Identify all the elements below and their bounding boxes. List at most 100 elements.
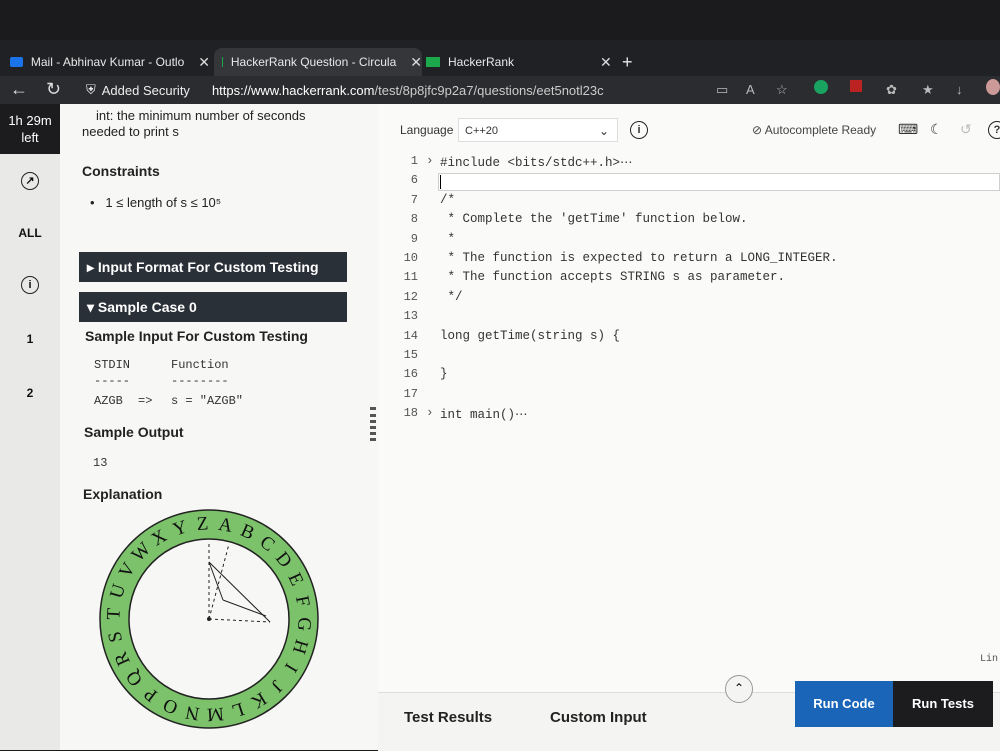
- panel-resize-handle[interactable]: [370, 407, 376, 441]
- code-text: * Complete the 'getTime' function below.: [440, 212, 748, 227]
- stdin-value: AZGB: [94, 394, 123, 408]
- input-format-toggle[interactable]: ▸ Input Format For Custom Testing: [79, 252, 347, 282]
- back-icon[interactable]: ←: [10, 79, 28, 100]
- tab-title: HackerRank Question - Circula: [230, 55, 397, 69]
- security-label: Added Security: [101, 82, 190, 98]
- code-line: 13: [378, 309, 1000, 328]
- code-line: 8 * Complete the 'getTime' function belo…: [378, 212, 1000, 231]
- hackerrank-icon: [222, 57, 223, 67]
- help-icon[interactable]: ?: [988, 121, 1000, 139]
- security-indicator[interactable]: ⛨ Added Security: [86, 82, 190, 98]
- code-text: * The function accepts STRING s as param…: [440, 270, 786, 285]
- grammarly-icon[interactable]: [814, 80, 828, 94]
- tab-test-results[interactable]: Test Results: [404, 709, 492, 726]
- code-text: /*: [440, 192, 456, 207]
- code-line: 1 › #include <bits/stdc++.h>⋯: [378, 154, 1000, 173]
- line-number: 1: [410, 154, 418, 168]
- info-icon[interactable]: i: [630, 121, 648, 139]
- sidebar-item-question-1[interactable]: 1: [0, 332, 60, 346]
- address-bar[interactable]: ⛨ Added Security https://www.hackerrank.…: [86, 78, 706, 102]
- wheel-letter: T: [103, 607, 125, 620]
- extension-icon[interactable]: [850, 80, 862, 92]
- close-icon[interactable]: ✕: [410, 54, 422, 71]
- close-icon[interactable]: ✕: [600, 54, 612, 71]
- wheel-letter: M: [206, 703, 224, 725]
- line-number: 11: [403, 270, 418, 285]
- tab-outlook[interactable]: Mail - Abhinav Kumar - Outlo ✕: [10, 48, 210, 76]
- language-label: Language: [400, 123, 454, 137]
- function-value: s = "AZGB": [171, 394, 244, 408]
- code-editor-panel: Language C++20 ⌄ i ⊘ Autocomplete Ready …: [378, 104, 1000, 750]
- sample-case-toggle[interactable]: ▾ Sample Case 0: [79, 292, 347, 322]
- run-code-button[interactable]: Run Code: [795, 681, 893, 727]
- run-tests-button[interactable]: Run Tests: [893, 681, 993, 727]
- camera-icon[interactable]: ▭: [716, 82, 728, 98]
- code-text: #include <bits/stdc++.h>⋯: [440, 156, 633, 170]
- editor-footer: ⌃ Test Results Custom Input Run Code Run…: [378, 675, 1000, 751]
- close-icon[interactable]: ✕: [198, 54, 210, 71]
- line-number: 17: [403, 386, 418, 401]
- sidebar-item-timer[interactable]: ↗: [0, 172, 60, 190]
- code-line: 6: [378, 173, 1000, 192]
- fold-toggle-icon[interactable]: ›: [426, 154, 434, 168]
- code-line: 10 * The function is expected to return …: [378, 251, 1000, 270]
- shield-icon: ⛨: [86, 82, 96, 97]
- new-tab-button[interactable]: +: [622, 48, 633, 76]
- line-number: 16: [403, 367, 418, 382]
- line-number: 12: [403, 289, 418, 304]
- chevron-up-icon[interactable]: ⌃: [725, 675, 753, 703]
- sample-output-value: 13: [93, 456, 108, 470]
- code-line: 17: [378, 387, 1000, 406]
- timer: 1h 29m left: [0, 104, 60, 154]
- autocomplete-status[interactable]: ⊘ Autocomplete Ready: [752, 123, 876, 137]
- tab-hackerrank-question[interactable]: HackerRank Question - Circula ✕: [214, 48, 422, 76]
- extensions-puzzle-icon[interactable]: ✿: [886, 82, 897, 98]
- wheel-letter: G: [293, 617, 315, 632]
- sample-input-heading: Sample Input For Custom Testing: [85, 328, 308, 344]
- wheel-letter: Z: [196, 513, 209, 535]
- reset-icon[interactable]: ↺: [960, 121, 972, 138]
- editor-toolbar: Language C++20 ⌄ i ⊘ Autocomplete Ready …: [378, 118, 1000, 148]
- sidebar-item-all[interactable]: ALL: [0, 226, 60, 240]
- line-number: 6: [410, 173, 418, 188]
- reload-icon[interactable]: ↻: [46, 79, 61, 100]
- line-number: 10: [403, 251, 418, 265]
- hackerrank-app: 1h 29m left ↗ ALL i 1 2 int: the minimum…: [0, 104, 1000, 751]
- line-number: 14: [403, 328, 418, 343]
- language-select[interactable]: C++20 ⌄: [458, 118, 618, 142]
- favorites-icon[interactable]: ★: [922, 82, 934, 98]
- code-text: }: [440, 367, 448, 382]
- code-line: 11 * The function accepts STRING s as pa…: [378, 270, 1000, 289]
- code-line: 14 long getTime(string s) {: [378, 329, 1000, 348]
- return-description-line2: needed to print s: [82, 124, 179, 139]
- stdin-separator: -----: [94, 374, 131, 388]
- code-line: 9 *: [378, 232, 1000, 251]
- tab-title: Mail - Abhinav Kumar - Outlo: [30, 55, 185, 69]
- line-number: 18: [403, 406, 418, 421]
- code-text: */: [440, 289, 463, 304]
- sidebar-item-info[interactable]: i: [0, 276, 60, 294]
- constraint-item: • 1 ≤ length of s ≤ 10⁵: [90, 195, 222, 210]
- sidebar-item-question-2[interactable]: 2: [0, 386, 60, 400]
- code-text: int main()⋯: [440, 408, 528, 423]
- favorite-add-icon[interactable]: ☆: [776, 82, 788, 98]
- code-text: long getTime(string s) {: [440, 328, 621, 343]
- return-description-line1: int: the minimum number of seconds: [96, 108, 306, 123]
- line-number: 13: [403, 309, 418, 324]
- profile-avatar[interactable]: [986, 79, 1000, 95]
- letter-wheel-diagram: A BCDEFGHIJKLMNOPQRSTUVWX Y Z: [99, 509, 319, 729]
- code-line: 18 › int main()⋯: [378, 406, 1000, 425]
- line-number: 7: [410, 192, 418, 207]
- tab-hackerrank[interactable]: HackerRank ✕: [426, 48, 616, 76]
- keyboard-icon[interactable]: ⌨: [898, 121, 918, 138]
- read-aloud-icon[interactable]: A: [746, 82, 755, 97]
- explanation-heading: Explanation: [83, 486, 163, 502]
- line-column-indicator: Lin: [979, 654, 998, 665]
- tab-title: HackerRank: [448, 55, 515, 69]
- fold-toggle-icon[interactable]: ›: [426, 406, 434, 420]
- tab-custom-input[interactable]: Custom Input: [550, 709, 647, 726]
- download-icon[interactable]: ↓: [956, 82, 963, 97]
- line-number: 8: [410, 212, 418, 227]
- address-bar-row: ← ↻ ⛨ Added Security https://www.hackerr…: [0, 76, 1000, 104]
- theme-moon-icon[interactable]: ☾: [930, 121, 943, 138]
